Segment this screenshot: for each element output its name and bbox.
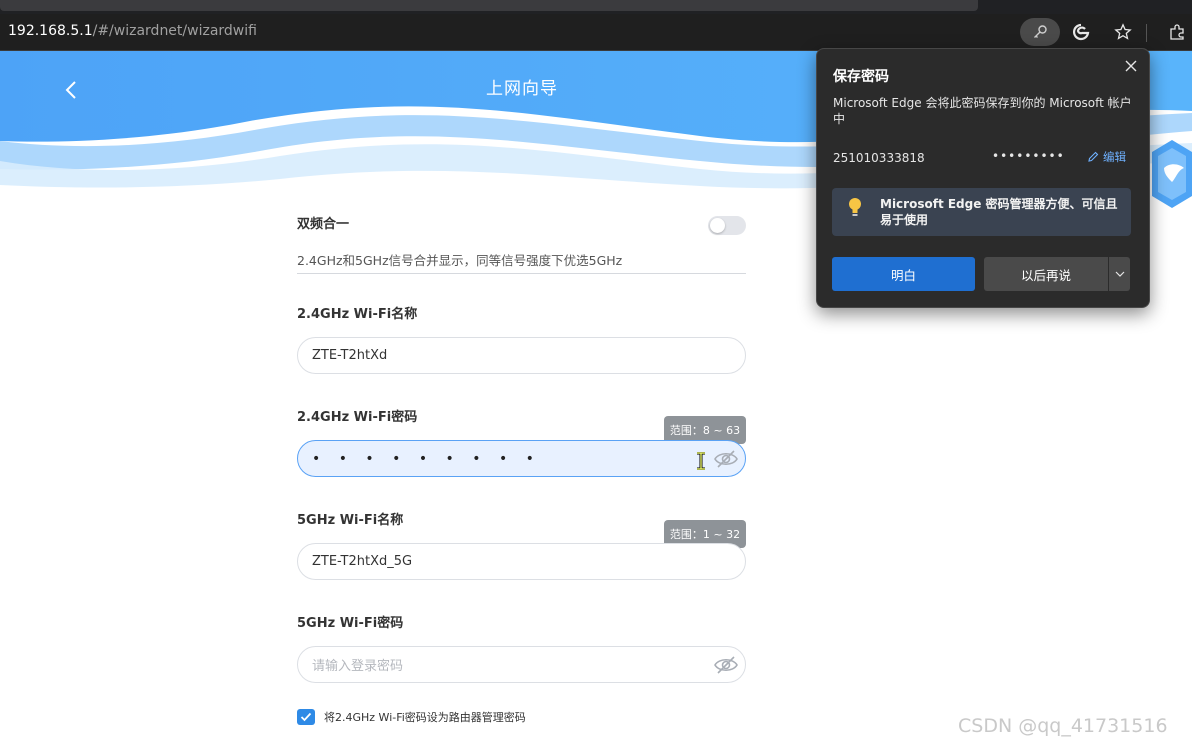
wifi5-name-input[interactable]: ZTE-T2htXd_5G xyxy=(297,543,746,580)
not-now-button[interactable]: 以后再说 xyxy=(984,257,1108,291)
dual-band-toggle[interactable] xyxy=(708,216,746,235)
more-options-dropdown[interactable] xyxy=(1109,257,1130,291)
csdn-watermark: CSDN @qq_41731516 xyxy=(958,715,1168,737)
password-key-button[interactable] xyxy=(1020,18,1060,46)
wifi5-name-value: ZTE-T2htXd_5G xyxy=(312,554,413,569)
use-as-admin-row[interactable]: 将2.4GHz Wi-Fi密码设为路由器管理密码 xyxy=(297,709,526,725)
wifi24-password-value: • • • • • • • • • xyxy=(312,450,541,467)
checkmark-icon xyxy=(300,712,312,722)
edit-credentials-link[interactable]: 编辑 xyxy=(1087,149,1126,165)
wifi24-password-label: 2.4GHz Wi-Fi密码 xyxy=(297,410,418,425)
url-path: /#/wizardnet/wizardwifi xyxy=(92,23,257,39)
text-cursor-icon xyxy=(697,452,705,470)
edit-label: 编辑 xyxy=(1103,150,1126,164)
wifi24-password-input[interactable]: • • • • • • • • • xyxy=(297,440,746,477)
toggle-knob xyxy=(710,218,725,233)
use-as-admin-label: 将2.4GHz Wi-Fi密码设为路由器管理密码 xyxy=(324,711,526,724)
chevron-down-icon xyxy=(1115,271,1124,277)
assistant-logo-icon[interactable] xyxy=(1150,138,1192,210)
extensions-button[interactable] xyxy=(1162,18,1192,46)
got-it-button[interactable]: 明白 xyxy=(832,257,975,291)
wifi5-password-placeholder: 请输入登录密码 xyxy=(312,659,404,674)
eye-hidden-icon[interactable] xyxy=(713,448,739,470)
pencil-icon xyxy=(1088,151,1099,162)
edge-icon xyxy=(1072,23,1090,41)
star-icon xyxy=(1114,23,1132,40)
lightbulb-icon xyxy=(849,198,861,216)
saved-username: 251010333818 xyxy=(833,151,925,165)
use-as-admin-checkbox[interactable] xyxy=(297,709,315,725)
url-host: 192.168.5.1 xyxy=(8,23,93,39)
saved-password-mask: ••••••••• xyxy=(992,149,1065,163)
puzzle-icon xyxy=(1170,24,1184,40)
dual-band-label: 双频合一 xyxy=(297,217,350,232)
wifi24-name-input[interactable]: ZTE-T2htXd xyxy=(297,337,746,374)
wifi5-password-input[interactable]: 请输入登录密码 xyxy=(297,646,746,683)
browser-tab-strip xyxy=(0,0,1192,14)
url-field[interactable]: 192.168.5.1/#/wizardnet/wizardwifi xyxy=(8,23,257,39)
wifi24-name-label: 2.4GHz Wi-Fi名称 xyxy=(297,307,418,322)
wifi24-name-value: ZTE-T2htXd xyxy=(312,348,388,363)
password-manager-info-box: Microsoft Edge 密码管理器方便、可信且易于使用 xyxy=(832,188,1131,236)
favorite-button[interactable] xyxy=(1108,18,1138,46)
dialog-title: 保存密码 xyxy=(833,69,889,85)
wifi5-password-label: 5GHz Wi-Fi密码 xyxy=(297,616,404,631)
edge-copilot-button[interactable] xyxy=(1066,18,1096,46)
dialog-description: Microsoft Edge 会将此密码保存到你的 Microsoft 帐户中 xyxy=(833,96,1132,126)
save-password-dialog: 保存密码 Microsoft Edge 会将此密码保存到你的 Microsoft… xyxy=(816,48,1150,308)
info-text: Microsoft Edge 密码管理器方便、可信且易于使用 xyxy=(880,197,1118,227)
toolbar-divider xyxy=(1146,24,1147,42)
address-bar: 192.168.5.1/#/wizardnet/wizardwifi xyxy=(0,14,1192,51)
close-icon[interactable] xyxy=(1123,58,1139,74)
wifi5-name-label: 5GHz Wi-Fi名称 xyxy=(297,513,404,528)
browser-tab[interactable] xyxy=(0,0,978,11)
key-icon xyxy=(1034,25,1047,38)
eye-hidden-icon[interactable] xyxy=(713,654,739,676)
dual-band-description: 2.4GHz和5GHz信号合并显示，同等信号强度下优选5GHz xyxy=(297,250,746,274)
